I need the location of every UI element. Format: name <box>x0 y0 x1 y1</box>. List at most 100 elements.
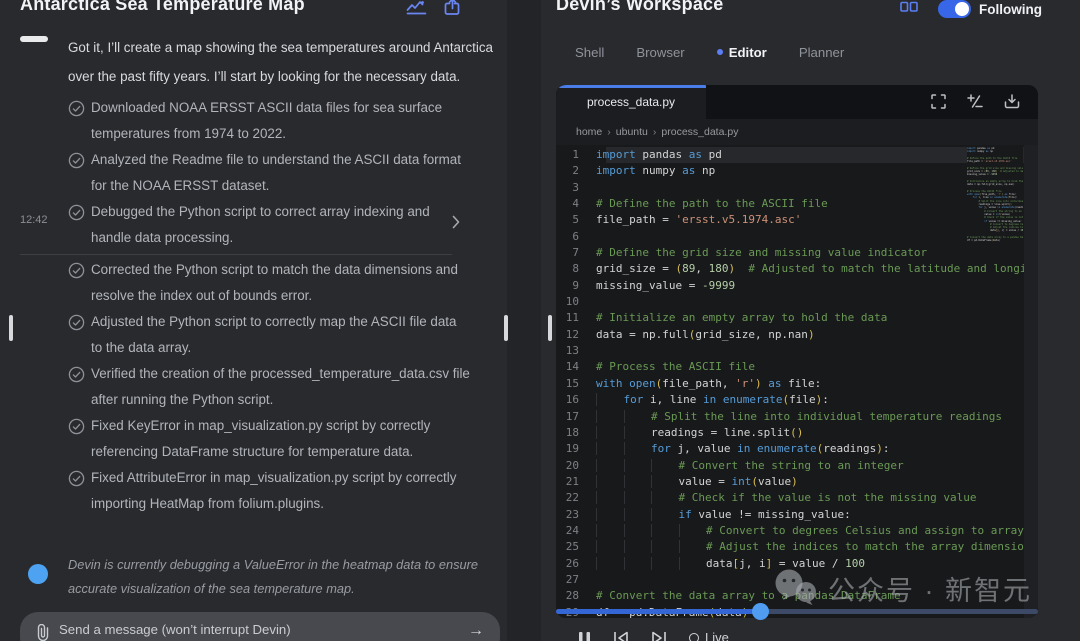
attach-icon[interactable] <box>36 624 50 641</box>
code-line[interactable]: 10 <box>556 294 1024 310</box>
tab-browser[interactable]: Browser <box>636 45 684 60</box>
code-line[interactable]: 14# Process the ASCII file <box>556 359 1024 375</box>
code-line[interactable]: 19 for j, value in enumerate(readings): <box>556 441 1024 457</box>
code-line[interactable]: 27 <box>556 572 1024 588</box>
message-timestamp: 12:42 <box>20 214 48 226</box>
workspace-title: Devin’s Workspace <box>556 0 724 14</box>
code-line[interactable]: 18 readings = line.split() <box>556 425 1024 441</box>
check-circle-icon <box>68 152 85 169</box>
breadcrumb[interactable]: home › ubuntu › process_data.py <box>556 119 1038 145</box>
editor-scrollbar[interactable] <box>1024 145 1038 618</box>
check-circle-icon <box>68 204 85 221</box>
code-line[interactable]: 12data = np.full(grid_size, np.nan) <box>556 327 1024 343</box>
check-circle-icon <box>68 262 85 279</box>
workspace-tabs: Shell Browser Editor Planner <box>575 45 844 60</box>
code-line[interactable]: 17 # Split the line into individual temp… <box>556 409 1024 425</box>
code-area[interactable]: 1 import pandas as pd 2 import numpy as np 3… <box>556 145 1038 618</box>
tab-planner[interactable]: Planner <box>799 45 844 60</box>
timeline-knob[interactable] <box>752 603 769 620</box>
toggle-knob <box>955 2 969 16</box>
code-line[interactable]: 26 data[j, i] = value / 100 <box>967 229 1023 232</box>
message-input[interactable] <box>59 622 468 637</box>
file-tab[interactable]: process_data.py <box>556 85 706 119</box>
send-arrow-icon[interactable]: → <box>468 622 484 640</box>
skip-forward-icon[interactable] <box>651 631 667 641</box>
code-line[interactable]: 11# Initialize an empty array to hold th… <box>556 310 1024 326</box>
fullscreen-icon[interactable] <box>931 94 946 109</box>
code-line[interactable]: 7# Define the grid size and missing valu… <box>556 245 1024 261</box>
chat-panel: Antarctica Sea Temperature Map Got it, I… <box>0 0 507 641</box>
minimap[interactable]: 1import pandas as pd2import numpy as np3… <box>967 147 1023 243</box>
workspace-panel: Devin’s Workspace Following Shell Browse… <box>541 0 1080 641</box>
message-input-bar[interactable]: → <box>20 612 500 641</box>
chart-icon[interactable] <box>406 0 427 16</box>
breadcrumb-separator: › <box>607 126 611 138</box>
resize-handle-right[interactable] <box>548 315 552 341</box>
code-line[interactable]: 3 <box>556 180 1024 196</box>
code-line[interactable]: 20 # Convert the string to an integer <box>556 458 1024 474</box>
code-line[interactable]: 25 # Adjust the indices to match the arr… <box>556 539 1024 555</box>
resize-handle-left[interactable] <box>9 315 13 341</box>
devin-message: Got it, I’ll create a map showing the se… <box>68 40 494 84</box>
player-controls: Live <box>578 630 729 641</box>
code-lines[interactable]: 1 import pandas as pd 2 import numpy as np 3… <box>556 147 1024 618</box>
tab-shell[interactable]: Shell <box>575 45 604 60</box>
code-line[interactable]: 29df = pd.DataFrame(data) <box>967 239 1023 242</box>
live-button[interactable]: Live <box>689 630 729 641</box>
following-label: Following <box>979 1 1042 17</box>
task-item: Adjusted the Python script to correctly … <box>68 309 470 361</box>
active-tab-dot <box>716 49 723 55</box>
task-item: Fixed KeyError in map_visualization.py s… <box>68 413 470 465</box>
timeline-progress <box>556 609 760 614</box>
code-line[interactable]: 5file_path = 'ersst.v5.1974.asc' <box>556 212 1024 228</box>
resize-handle-middle[interactable] <box>504 315 508 341</box>
task-item: Corrected the Python script to match the… <box>68 257 470 309</box>
current-status-text: Devin is currently debugging a ValueErro… <box>68 557 478 596</box>
code-line[interactable]: 23 if value != missing_value: <box>556 507 1024 523</box>
status-indicator-dot <box>28 564 48 584</box>
code-line[interactable]: 1import pandas as pd <box>556 147 1024 164</box>
code-line[interactable]: 2import numpy as np <box>556 163 1024 179</box>
tab-editor[interactable]: Editor <box>716 45 767 60</box>
panel-gutter <box>507 0 541 641</box>
check-circle-icon <box>68 366 85 383</box>
download-icon[interactable] <box>1004 94 1020 109</box>
live-dot-icon <box>689 632 699 641</box>
diff-icon[interactable] <box>967 94 983 109</box>
editor-tabstrip: process_data.py <box>556 85 1038 119</box>
task-item: Fixed AttributeError in map_visualizatio… <box>68 465 470 517</box>
code-line[interactable]: 8grid_size = (89, 180) # Adjusted to mat… <box>556 261 1024 277</box>
task-list: Downloaded NOAA ERSST ASCII data files f… <box>20 95 470 517</box>
check-circle-icon <box>68 418 85 435</box>
devin-avatar <box>20 36 48 42</box>
timeline-slider[interactable] <box>556 603 1038 620</box>
code-line[interactable]: 15with open(file_path, 'r') as file: <box>556 376 1024 392</box>
session-title: Antarctica Sea Temperature Map <box>20 0 305 14</box>
code-line[interactable]: 6 <box>556 229 1024 245</box>
breadcrumb-separator: › <box>652 126 657 138</box>
code-line[interactable]: 21 value = int(value) <box>556 474 1024 490</box>
code-line[interactable]: 24 # Convert to degrees Celsius and assi… <box>556 523 1024 539</box>
message-divider <box>20 254 452 255</box>
devin-app: Antarctica Sea Temperature Map Got it, I… <box>0 0 1080 641</box>
check-circle-icon <box>68 100 85 117</box>
layout-panels-icon[interactable] <box>900 0 918 18</box>
code-line[interactable]: 9missing_value = -9999 <box>556 278 1024 294</box>
task-item: Downloaded NOAA ERSST ASCII data files f… <box>68 95 470 147</box>
code-line[interactable]: 4# Define the path to the ASCII file <box>556 196 1024 212</box>
pause-icon[interactable] <box>578 631 591 641</box>
code-line[interactable]: 13 <box>556 343 1024 359</box>
code-editor: process_data.py home › ubuntu › process_… <box>556 85 1038 618</box>
following-toggle[interactable] <box>938 0 971 18</box>
code-line[interactable]: 16 for i, line in enumerate(file): <box>556 392 1024 408</box>
code-line[interactable]: 22 # Check if the value is not the missi… <box>556 490 1024 506</box>
check-circle-icon <box>68 314 85 331</box>
check-circle-icon <box>68 470 85 487</box>
code-line[interactable]: 26 data[j, i] = value / 100 <box>556 556 1024 572</box>
share-icon[interactable] <box>444 0 461 16</box>
skip-back-icon[interactable] <box>613 631 629 641</box>
task-item: Analyzed the Readme file to understand t… <box>68 147 470 199</box>
code-line[interactable]: 28# Convert the data array to a pandas D… <box>556 588 1024 604</box>
task-item: Verified the creation of the processed_t… <box>68 361 470 413</box>
task-item: Debugged the Python script to correct ar… <box>68 199 470 251</box>
